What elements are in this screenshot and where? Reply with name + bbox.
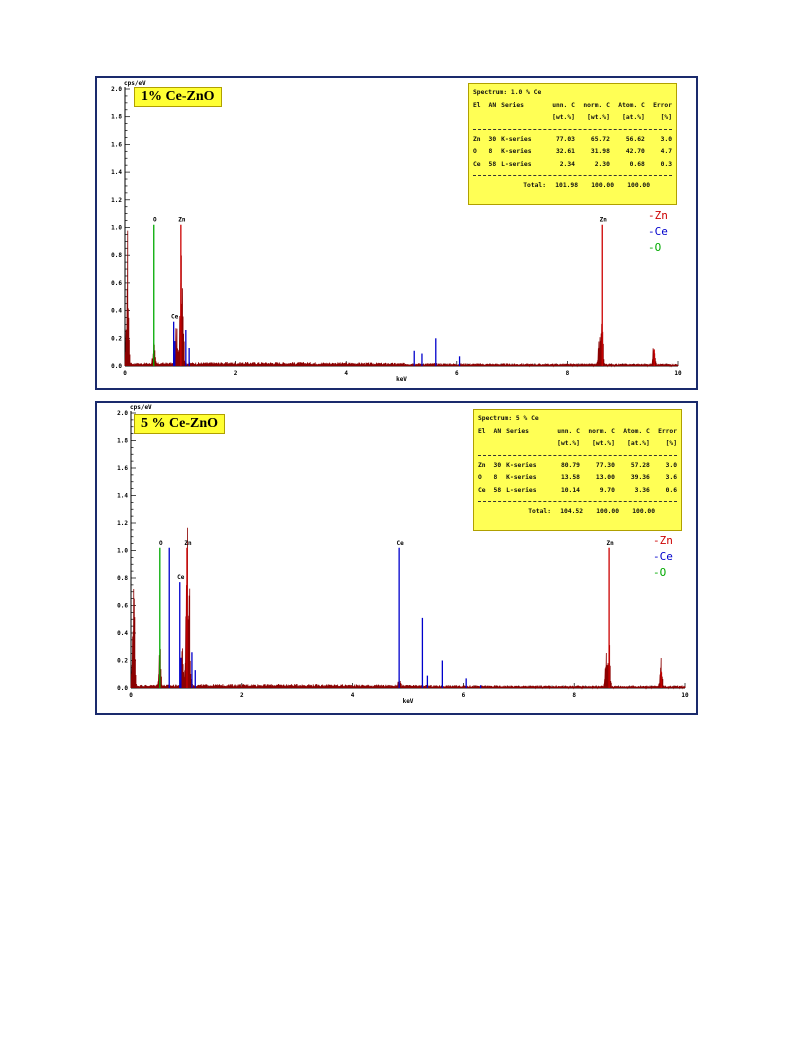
y-tick-label: 2.0: [111, 86, 122, 93]
y-tick-label: 1.0: [117, 548, 128, 555]
y-tick-label: 1.8: [111, 114, 122, 121]
x-tick-label: 10: [681, 692, 689, 699]
legend-entry-o: -O: [653, 566, 666, 579]
x-tick-label: 4: [351, 692, 355, 699]
table-row: Zn 30 K-series 77.03 65.72 56.62 3.0: [473, 135, 673, 143]
x-tick-label: 4: [344, 370, 348, 377]
y-tick-label: 1.2: [111, 197, 122, 204]
spectrum-trace: [130, 527, 686, 690]
y-tick-label: 1.8: [117, 438, 128, 445]
spectrum-panel-1: cps/eV 0.0 0.2 0.4 0.6 0.8 1.0 1.2 1.4 1.6 1.8 2.0 0…: [95, 76, 698, 390]
table-separator: [478, 454, 677, 456]
peak-label: Zn: [178, 217, 186, 224]
table-row: O 8 K-series 13.58 13.00 39.36 3.6: [478, 474, 678, 481]
peak-label: Zn: [184, 540, 192, 547]
spectrum-panel-2: cps/eV 0.0 0.2 0.4 0.6 0.8 1.0 1.2 1.4 1.6 1.8 2.0 0…: [95, 401, 698, 715]
table-title: Spectrum: 5 % Ce: [478, 415, 539, 422]
legend-entry-zn: -Zn: [648, 209, 668, 222]
peak-label: Zn: [606, 540, 614, 547]
peak-label: Ce: [171, 314, 179, 321]
legend-entry-ce: -Ce: [648, 225, 668, 238]
table-total-row: Total: 101.98 100.00 100.00: [523, 182, 650, 189]
table-header-row: El AN Series unn. Cnorm. C Atom. C Error: [478, 427, 678, 435]
table-total-row: Total: 104.52 100.00 100.00: [528, 508, 655, 515]
quantification-table: Spectrum: 1.0 % Ce El AN Series unn. Cnorm.…: [468, 83, 677, 205]
table-row: Ce 58 L-series 2.34 2.30 0.68 0.3: [473, 160, 673, 168]
table-row: O 8 K-series 32.61 31.98 42.70 4.7: [473, 148, 673, 155]
sample-label: 5 % Ce-ZnO: [134, 414, 225, 434]
x-axis-label: keV: [396, 376, 407, 383]
sample-label: 1% Ce-ZnO: [134, 87, 222, 107]
y-axis-unit: cps/eV: [124, 80, 146, 87]
y-tick-label: 0.8: [117, 575, 128, 582]
table-header-row: El AN Series unn. Cnorm. C Atom. C Error: [473, 101, 673, 109]
legend-entry-ce: -Ce: [653, 550, 673, 563]
legend-entry-zn: -Zn: [653, 534, 673, 547]
x-tick-label: 8: [572, 692, 576, 699]
y-axis-unit: cps/eV: [130, 404, 152, 411]
x-tick-label: 10: [674, 370, 682, 377]
spectrum-trace: [124, 230, 679, 368]
y-tick-label: 0.4: [111, 308, 122, 315]
x-tick-label: 6: [455, 370, 459, 377]
table-row: Ce 58 L-series 10.14 9.70 3.36 0.6: [478, 486, 678, 494]
peak-label: Zn: [600, 217, 608, 224]
table-row: Zn 30 K-series 80.79 77.30 57.28 3.0: [478, 461, 678, 469]
y-tick-label: 1.6: [111, 141, 122, 148]
y-tick-label: 0.6: [111, 280, 122, 287]
peak-label: Ce: [177, 574, 185, 581]
x-tick-label: 6: [462, 692, 466, 699]
y-tick-label: 0.0: [111, 363, 122, 370]
y-tick-label: 0.2: [117, 658, 128, 665]
x-tick-label: 0: [129, 692, 133, 699]
y-tick-label: 2.0: [117, 410, 128, 417]
y-tick-label: 1.4: [117, 493, 128, 500]
quantification-table: Spectrum: 5 % Ce El AN Series unn. Cnorm. C…: [473, 409, 682, 531]
y-tick-label: 0.2: [111, 335, 122, 342]
x-tick-label: 0: [123, 370, 127, 377]
y-tick-label: 0.6: [117, 603, 128, 610]
legend-entry-o: -O: [648, 241, 661, 254]
table-separator: [478, 501, 677, 502]
table-separator: [473, 128, 672, 130]
y-tick-label: 1.0: [111, 225, 122, 232]
x-tick-label: 2: [234, 370, 238, 377]
table-units-row: [wt.%] [wt.%] [at.%] [%]: [557, 440, 678, 447]
x-tick-label: 2: [240, 692, 244, 699]
y-tick-label: 0.4: [117, 630, 128, 637]
x-axis-label: keV: [403, 698, 414, 705]
peak-label: O: [153, 217, 157, 224]
y-tick-label: 0.8: [111, 252, 122, 259]
table-title: Spectrum: 1.0 % Ce: [473, 89, 542, 96]
x-tick-label: 8: [566, 370, 570, 377]
table-separator: [473, 175, 672, 176]
y-tick-label: 1.2: [117, 520, 128, 527]
y-tick-label: 1.6: [117, 465, 128, 472]
y-tick-label: 0.0: [117, 685, 128, 692]
peak-label: O: [159, 540, 163, 547]
table-units-row: [wt.%] [wt.%] [at.%] [%]: [552, 114, 673, 121]
y-tick-label: 1.4: [111, 169, 122, 176]
peak-label: Ce: [397, 540, 405, 547]
